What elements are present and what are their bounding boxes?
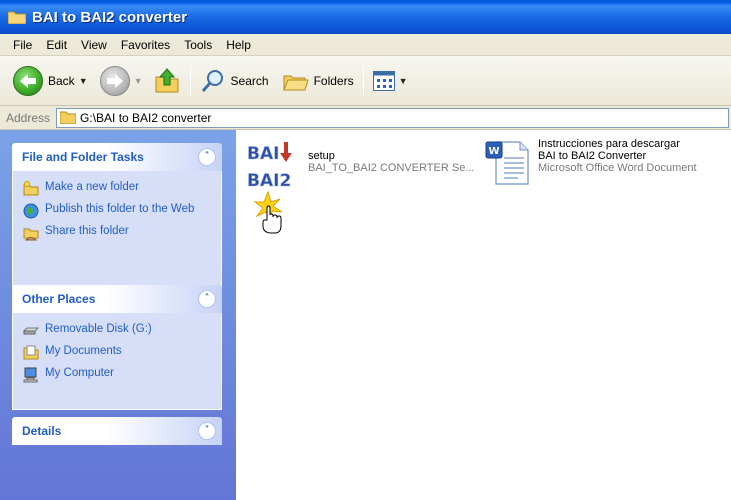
forward-arrow-icon bbox=[99, 65, 130, 96]
address-bar: Address G:\BAI to BAI2 converter bbox=[0, 106, 731, 130]
menu-view[interactable]: View bbox=[74, 36, 114, 54]
address-label: Address bbox=[6, 110, 51, 125]
back-button[interactable]: Back ▼ bbox=[10, 63, 91, 99]
menu-edit[interactable]: Edit bbox=[39, 36, 74, 54]
up-folder-button[interactable] bbox=[150, 63, 184, 99]
toolbar-separator bbox=[189, 65, 191, 96]
expand-icon[interactable]: ˅ bbox=[198, 422, 216, 440]
menu-tools[interactable]: Tools bbox=[177, 36, 219, 54]
title-bar: BAI to BAI2 converter bbox=[0, 0, 731, 34]
my-documents-link[interactable]: My Documents bbox=[23, 345, 213, 361]
other-places-header[interactable]: Other Places ˄ bbox=[12, 285, 222, 313]
cursor-sparkle-icon bbox=[253, 190, 283, 234]
address-value: G:\BAI to BAI2 converter bbox=[80, 110, 212, 125]
other-places-body: Removable Disk (G:) My Documents My Comp… bbox=[12, 313, 222, 410]
toolbar-separator bbox=[362, 65, 364, 96]
toolbar: Back ▼ ▼ Search Folders ▼ bbox=[0, 56, 731, 106]
back-arrow-icon bbox=[13, 65, 43, 96]
folders-button[interactable]: Folders bbox=[280, 63, 357, 99]
share-folder-icon bbox=[23, 228, 39, 241]
task-pane: File and Folder Tasks ˄ Make a new folde… bbox=[0, 130, 236, 500]
collapse-icon[interactable]: ˄ bbox=[198, 290, 216, 308]
svg-text:W: W bbox=[488, 146, 499, 157]
new-folder-icon bbox=[23, 181, 39, 196]
file-description: Microsoft Office Word Document bbox=[538, 162, 697, 174]
make-new-folder-link[interactable]: Make a new folder bbox=[23, 181, 213, 197]
back-label: Back bbox=[48, 73, 75, 88]
menu-favorites[interactable]: Favorites bbox=[114, 36, 177, 54]
file-list-area[interactable]: BAI BAI2 setup BAI_TO_BAI2 CONVERTER Se.… bbox=[236, 130, 731, 500]
file-description: BAI_TO_BAI2 CONVERTER Se... bbox=[308, 162, 475, 174]
menu-file[interactable]: File bbox=[6, 36, 39, 54]
share-folder-link[interactable]: Share this folder bbox=[23, 225, 213, 241]
search-label: Search bbox=[230, 73, 269, 88]
my-documents-icon bbox=[23, 345, 39, 360]
folders-label: Folders bbox=[313, 73, 354, 88]
forward-dropdown-icon[interactable]: ▼ bbox=[134, 76, 143, 86]
panel-title: Other Places bbox=[22, 292, 96, 306]
setup-application-icon: BAI BAI2 bbox=[247, 142, 292, 234]
views-dropdown-icon[interactable]: ▼ bbox=[399, 76, 408, 86]
setup-icon-text-top: BAI bbox=[247, 144, 279, 164]
other-places-panel: Other Places ˄ Removable Disk (G:) My Do… bbox=[12, 285, 222, 410]
forward-button[interactable]: ▼ bbox=[97, 63, 146, 99]
my-computer-icon bbox=[23, 367, 38, 383]
file-item-setup[interactable]: BAI BAI2 setup BAI_TO_BAI2 CONVERTER Se.… bbox=[246, 142, 475, 236]
file-folder-tasks-panel: File and Folder Tasks ˄ Make a new folde… bbox=[12, 143, 222, 288]
up-folder-icon bbox=[155, 67, 179, 92]
views-icon bbox=[372, 70, 395, 91]
window-title: BAI to BAI2 converter bbox=[32, 8, 188, 26]
folders-icon bbox=[282, 75, 309, 90]
back-dropdown-icon[interactable]: ▼ bbox=[79, 76, 88, 86]
file-item-instrucciones[interactable]: W Instrucciones para descargar BAI to BA… bbox=[484, 138, 697, 186]
file-name-line-2: BAI to BAI2 Converter bbox=[538, 150, 647, 162]
word-document-icon: W bbox=[485, 141, 529, 185]
file-folder-tasks-body: Make a new folder Publish this folder to… bbox=[12, 171, 222, 288]
panel-title: File and Folder Tasks bbox=[22, 150, 144, 164]
menu-help[interactable]: Help bbox=[219, 36, 258, 54]
collapse-icon[interactable]: ˄ bbox=[198, 148, 216, 166]
removable-disk-icon bbox=[23, 327, 39, 335]
address-input[interactable]: G:\BAI to BAI2 converter bbox=[56, 107, 729, 128]
publish-folder-web-link[interactable]: Publish this folder to the Web bbox=[23, 203, 213, 219]
menu-bar: File Edit View Favorites Tools Help bbox=[0, 34, 731, 56]
globe-icon bbox=[23, 203, 39, 219]
my-computer-link[interactable]: My Computer bbox=[23, 367, 213, 383]
file-name-line-1: Instrucciones para descargar bbox=[538, 138, 680, 150]
file-name: setup bbox=[308, 150, 335, 162]
file-folder-tasks-header[interactable]: File and Folder Tasks ˄ bbox=[12, 143, 222, 171]
folder-icon bbox=[60, 111, 77, 124]
details-panel: Details ˅ bbox=[12, 417, 222, 445]
folder-icon bbox=[8, 11, 26, 24]
panel-title: Details bbox=[22, 424, 62, 438]
details-header[interactable]: Details ˅ bbox=[12, 417, 222, 445]
views-button[interactable]: ▼ bbox=[370, 63, 411, 99]
removable-disk-link[interactable]: Removable Disk (G:) bbox=[23, 323, 213, 339]
search-button[interactable]: Search bbox=[197, 63, 272, 99]
setup-icon-text-bottom: BAI2 bbox=[247, 171, 291, 191]
search-icon bbox=[201, 69, 223, 92]
